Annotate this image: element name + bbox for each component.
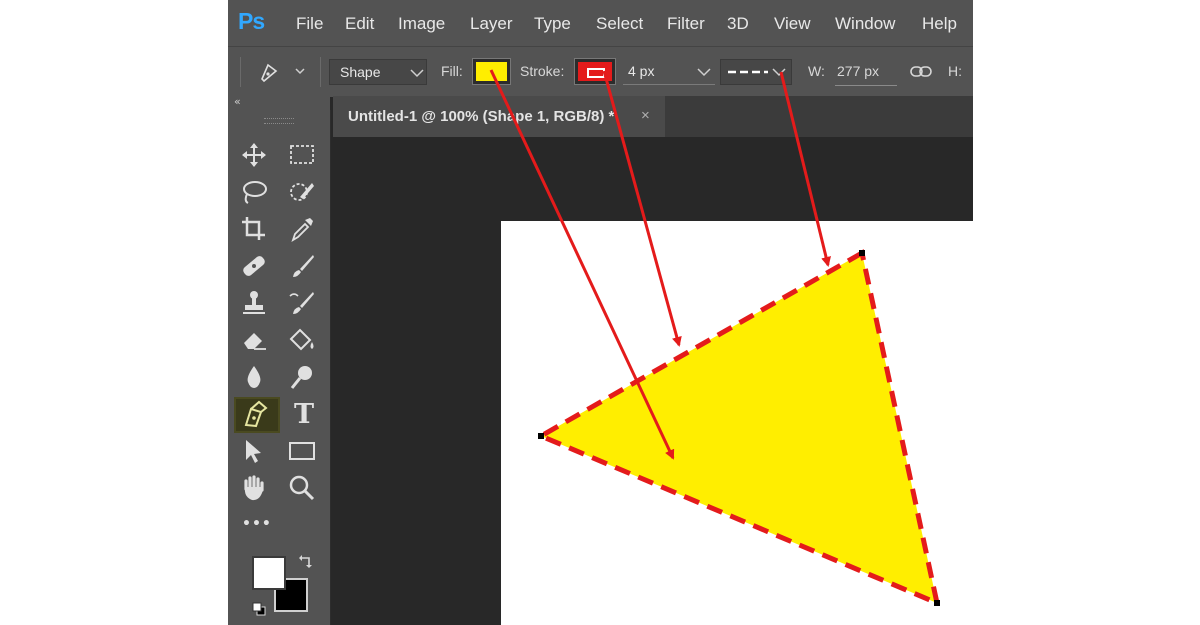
anchor-point[interactable]: [934, 600, 940, 606]
anchor-point[interactable]: [538, 433, 544, 439]
anchor-point[interactable]: [859, 250, 865, 256]
canvas-overlay: [489, 69, 973, 625]
